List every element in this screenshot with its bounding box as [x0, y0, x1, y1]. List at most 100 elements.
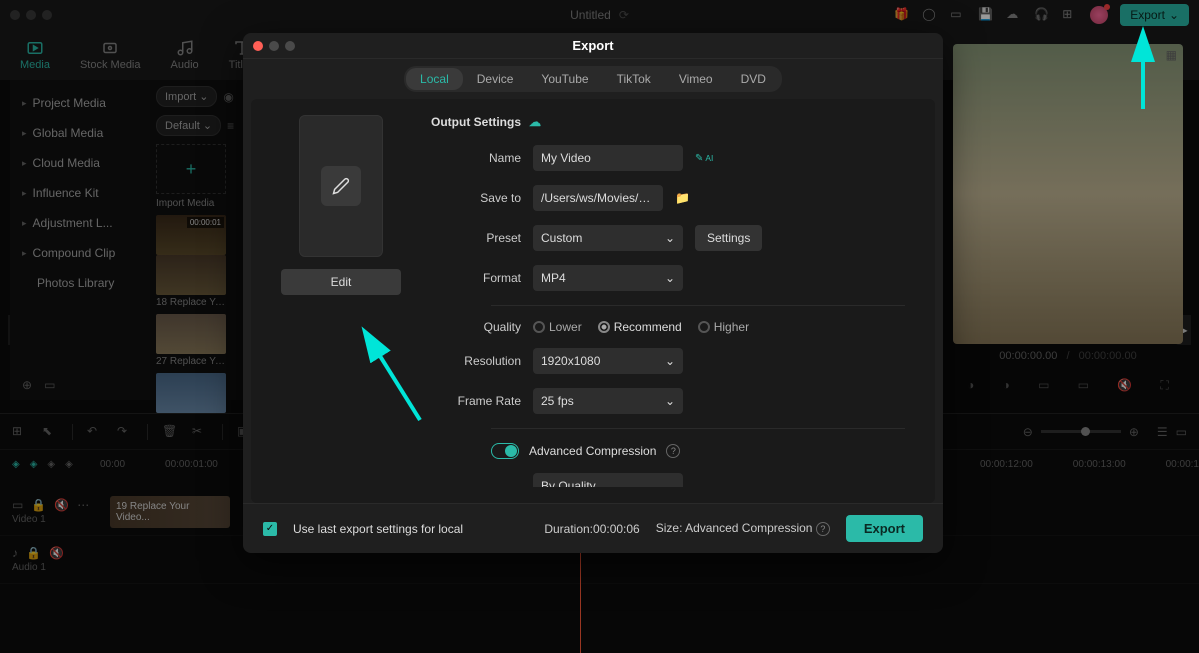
tab-audio[interactable]: Audio [171, 39, 199, 71]
close-dot-icon[interactable] [10, 10, 20, 20]
edit-thumbnail-button[interactable]: Edit [281, 269, 401, 295]
monitor-icon[interactable]: ▭ [950, 7, 966, 23]
use-last-settings-checkbox[interactable]: ✓ [263, 522, 277, 536]
resolution-select[interactable]: 1920x1080⌄ [533, 348, 683, 374]
preset-settings-button[interactable]: Settings [695, 225, 762, 251]
quality-recommend-radio[interactable]: Recommend [598, 320, 682, 334]
export-dialog: Export Local Device YouTube TikTok Vimeo… [243, 33, 943, 553]
media-thumbnail[interactable] [156, 314, 226, 354]
grid-icon[interactable]: ⊞ [12, 424, 28, 440]
confirm-export-button[interactable]: Export [846, 515, 923, 542]
sidebar-item-global-media[interactable]: ▸Global Media [10, 118, 150, 148]
lock-icon[interactable]: 🔒 [31, 498, 46, 512]
image-panel-icon[interactable]: ▦ [1166, 48, 1177, 62]
tab-stock-media[interactable]: Stock Media [80, 39, 141, 71]
media-thumbnail[interactable] [156, 255, 226, 295]
advanced-compression-toggle[interactable] [491, 443, 519, 459]
quality-lower-radio[interactable]: Lower [533, 320, 582, 334]
window-controls[interactable] [10, 10, 52, 20]
track-label: Audio 1 [12, 562, 110, 573]
snapshot-icon[interactable]: ▭ [1038, 378, 1049, 393]
maximize-dot-icon[interactable] [42, 10, 52, 20]
mute-icon[interactable]: 🔇 [1117, 378, 1132, 393]
fullscreen-icon[interactable]: ⛶ [1160, 378, 1168, 393]
color-panel-icon[interactable]: ◧ [1140, 48, 1151, 62]
mute-icon[interactable]: 🔇 [49, 546, 64, 560]
audio-meter-icon[interactable]: ◑ [967, 378, 974, 393]
quality-higher-radio[interactable]: Higher [698, 320, 749, 334]
add-folder-icon[interactable]: ⊕ [22, 378, 32, 392]
redo-icon[interactable]: ↷ [117, 424, 133, 440]
quality-label: Quality [431, 320, 521, 334]
lock-icon[interactable]: 🔒 [26, 546, 41, 560]
sidebar-item-photos-library[interactable]: Photos Library [10, 268, 150, 298]
tab-local[interactable]: Local [406, 68, 463, 90]
media-sidebar: ▸Project Media ▸Global Media ▸Cloud Medi… [10, 80, 150, 400]
audio-icon[interactable]: ♪ [12, 546, 18, 560]
marker-add-icon[interactable]: ◈ [12, 459, 20, 470]
marker-icon[interactable]: ▭ [1078, 378, 1089, 393]
close-icon[interactable] [253, 41, 263, 51]
media-thumbnail[interactable]: 00:00:01 [156, 215, 226, 255]
gift-icon[interactable]: 🎁 [894, 7, 910, 23]
import-media-button[interactable]: + [156, 144, 226, 194]
settings-icon[interactable]: ◑ [1003, 378, 1010, 393]
minimize-dot-icon[interactable] [26, 10, 36, 20]
export-thumbnail-preview [299, 115, 383, 257]
tab-youtube[interactable]: YouTube [527, 68, 602, 90]
import-dropdown[interactable]: Import ⌄ [156, 86, 217, 107]
compression-mode-select[interactable]: By Quality⌄ [533, 473, 683, 487]
tab-vimeo[interactable]: Vimeo [665, 68, 727, 90]
record-icon[interactable]: ◯ [922, 7, 938, 23]
export-button[interactable]: Export ⌄ [1120, 4, 1189, 26]
format-label: Format [431, 271, 521, 285]
apps-icon[interactable]: ⊞ [1062, 7, 1078, 23]
sidebar-item-adjustment-layer[interactable]: ▸Adjustment L... [10, 208, 150, 238]
cursor-icon[interactable]: ⬉ [42, 424, 58, 440]
mute-icon[interactable]: 🔇 [54, 498, 69, 512]
marker-del-icon[interactable]: ◈ [65, 459, 73, 470]
visibility-icon[interactable]: ▭ [12, 498, 23, 512]
cloud-icon[interactable]: ☁ [1006, 7, 1022, 23]
more-icon[interactable]: ⋯ [77, 498, 89, 512]
tab-device[interactable]: Device [463, 68, 528, 90]
sidebar-item-influence-kit[interactable]: ▸Influence Kit [10, 178, 150, 208]
media-thumbnail[interactable] [156, 373, 226, 413]
timeline-clip[interactable]: 19 Replace Your Video... [110, 496, 230, 528]
preset-select[interactable]: Custom⌄ [533, 225, 683, 251]
total-time: 00:00:00.00 [1079, 350, 1137, 362]
marker-nav-icon[interactable]: ◈ [47, 459, 55, 470]
save-icon[interactable]: 💾 [978, 7, 994, 23]
sidebar-item-project-media[interactable]: ▸Project Media [10, 88, 150, 118]
name-input[interactable] [533, 145, 683, 171]
record-icon[interactable]: ◉ [223, 90, 233, 104]
zoom-in-icon[interactable]: ⊕ [1129, 425, 1139, 439]
marker-list-icon[interactable]: ◈ [30, 459, 38, 470]
user-avatar[interactable] [1090, 6, 1108, 24]
browse-folder-icon[interactable]: 📁 [675, 191, 690, 205]
delete-icon[interactable]: 🗑 [162, 424, 178, 440]
cloud-sync-icon[interactable]: ☁ [529, 115, 541, 129]
zoom-out-icon[interactable]: ⊖ [1023, 425, 1033, 439]
tab-tiktok[interactable]: TikTok [603, 68, 665, 90]
preview-viewport[interactable] [953, 44, 1183, 344]
sort-dropdown[interactable]: Default ⌄ [156, 115, 221, 136]
dialog-window-controls[interactable] [253, 41, 295, 51]
sidebar-item-compound-clip[interactable]: ▸Compound Clip [10, 238, 150, 268]
cut-icon[interactable]: ✂ [192, 424, 208, 440]
zoom-slider[interactable] [1041, 430, 1121, 433]
filter-icon[interactable]: ≡ [227, 119, 234, 133]
sidebar-item-cloud-media[interactable]: ▸Cloud Media [10, 148, 150, 178]
tab-dvd[interactable]: DVD [727, 68, 780, 90]
timeline-view-icon[interactable]: ☰ [1157, 425, 1168, 439]
help-icon[interactable]: ? [816, 522, 830, 536]
help-icon[interactable]: ? [666, 444, 680, 458]
ai-icon[interactable]: ✎AI [695, 153, 713, 164]
format-select[interactable]: MP4⌄ [533, 265, 683, 291]
framerate-select[interactable]: 25 fps⌄ [533, 388, 683, 414]
timeline-settings-icon[interactable]: ▭ [1176, 425, 1187, 439]
folder-icon[interactable]: ▭ [44, 378, 55, 392]
undo-icon[interactable]: ↶ [87, 424, 103, 440]
headphones-icon[interactable]: 🎧 [1034, 7, 1050, 23]
tab-media[interactable]: Media [20, 39, 50, 71]
